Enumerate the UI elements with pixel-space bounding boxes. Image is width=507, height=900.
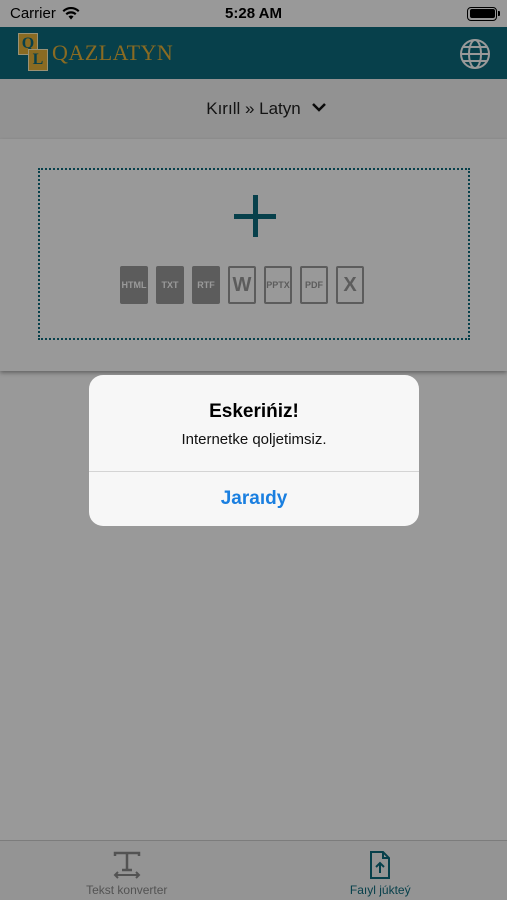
alert-title: Eskerińiz! [209,401,299,422]
alert-ok-button[interactable]: Jaraıdy [89,472,419,526]
alert-dialog: Eskerińiz! Internetke qoljetimsiz. Jaraı… [89,375,419,526]
alert-message: Internetke qoljetimsiz. [181,431,327,448]
